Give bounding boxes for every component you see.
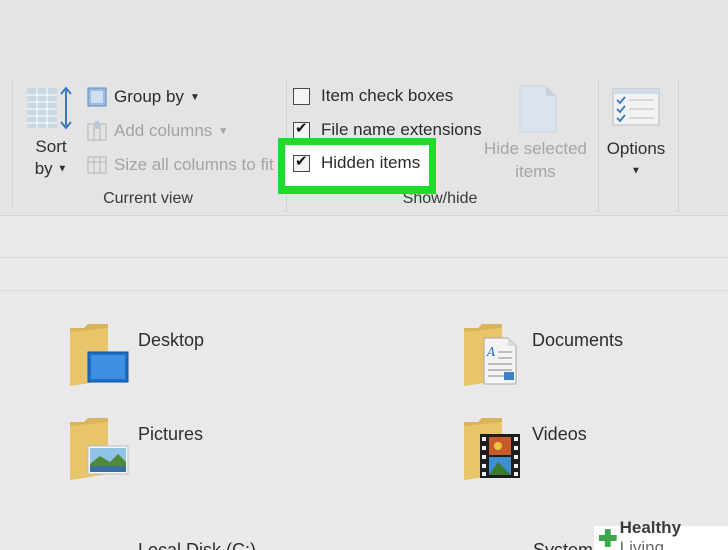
file-view [0,259,728,550]
address-bar[interactable] [0,216,728,258]
documents-folder-icon: A [464,324,517,386]
add-columns-caret-icon: ▼ [218,125,229,137]
file-name-extensions-checkbox[interactable] [293,119,310,139]
options-caret-icon: ▼ [631,165,641,177]
options-icon[interactable] [612,88,660,126]
options-label: Options [606,139,666,158]
sort-caret-icon: ▼ [57,163,68,175]
hidden-items-checkbox[interactable] [293,152,310,172]
folder-name: Videos [532,424,587,444]
drive-local-disk[interactable]: Local Disk (C:) [138,540,256,550]
sort-by-icon[interactable] [27,86,75,130]
hidden-items-option[interactable]: Hidden items [293,150,420,176]
hide-selected-label-line1: Hide selected [483,139,587,158]
folder-videos[interactable]: Videos [462,416,587,482]
desktop-folder-icon [70,324,129,386]
item-check-boxes-option[interactable]: Item check boxes [293,83,453,109]
title-area [0,0,728,72]
size-columns-icon [87,156,107,174]
add-columns-button[interactable]: Add columns ▼ [86,118,228,144]
folder-desktop[interactable]: Desktop [68,322,204,388]
add-columns-label: Add columns [114,121,213,140]
options-button[interactable]: Options ▼ [600,138,672,183]
folder-documents[interactable]: A Documents [462,322,623,388]
watermark-text: Healthy Living [620,518,728,550]
folder-pictures[interactable]: Pictures [68,416,203,482]
sort-label-line1: Sort [35,137,67,156]
svg-text:A: A [486,345,496,359]
sort-by-button[interactable]: Sort by ▼ [24,136,78,181]
pictures-folder-icon [70,418,129,480]
file-name-extensions-label: File name extensions [321,120,482,139]
group-by-label: Group by [114,87,184,106]
add-columns-icon [87,121,107,141]
sort-label-line2: by [34,159,53,178]
watermark-brand-bold: Healthy [619,518,682,537]
drive-system[interactable]: System [533,540,593,550]
folder-name: Documents [532,330,624,350]
group-by-caret-icon: ▼ [189,91,200,103]
hide-selected-label-line2: items [515,162,556,181]
size-columns-label: Size all columns to fit [114,155,274,174]
item-check-boxes-checkbox[interactable] [293,87,310,105]
group-by-icon [87,87,107,107]
hidden-items-label: Hidden items [321,153,421,172]
watermark-brand-light: Living [619,538,665,550]
hide-selected-icon[interactable] [518,84,558,134]
size-all-columns-button[interactable]: Size all columns to fit [86,152,274,178]
watermark-cross-icon [598,529,617,547]
current-view-group-label: Current view [103,190,193,207]
folder-name: Pictures [138,424,204,444]
hide-selected-items-button[interactable]: Hide selected items [478,137,593,183]
item-check-boxes-label: Item check boxes [321,86,454,105]
watermark: Healthy Living [594,518,728,550]
group-by-button[interactable]: Group by ▼ [86,84,200,110]
videos-folder-icon [464,418,520,480]
folder-name: Desktop [138,330,205,350]
